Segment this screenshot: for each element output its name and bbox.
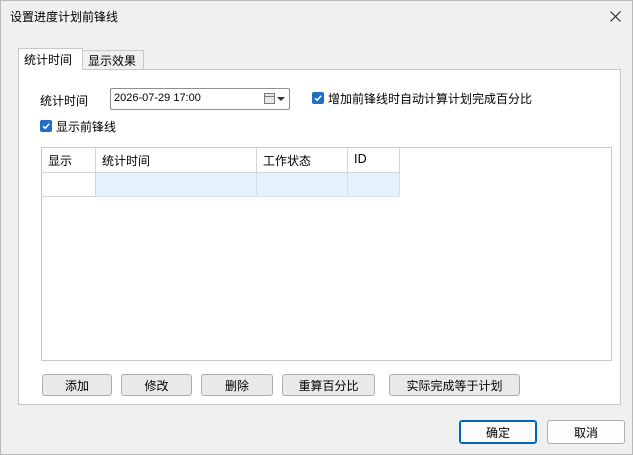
cell-work-status[interactable] <box>257 173 348 197</box>
frontline-grid[interactable]: 显示 统计时间 工作状态 ID <box>41 147 612 361</box>
auto-calc-checkbox[interactable] <box>312 92 324 104</box>
add-button[interactable]: 添加 <box>42 374 112 396</box>
edit-button[interactable]: 修改 <box>121 374 192 396</box>
cell-stat-time[interactable] <box>96 173 257 197</box>
stat-time-picker[interactable]: 2026-07-29 17:00 <box>110 88 290 110</box>
grid-header: 显示 统计时间 工作状态 ID <box>42 148 400 173</box>
auto-calc-label[interactable]: 增加前锋线时自动计算计划完成百分比 <box>328 90 532 107</box>
column-header-id[interactable]: ID <box>348 148 400 173</box>
cell-id[interactable] <box>348 173 400 197</box>
table-row[interactable] <box>42 173 400 197</box>
stat-time-value[interactable]: 2026-07-29 17:00 <box>114 92 201 104</box>
column-header-work-status[interactable]: 工作状态 <box>257 148 348 173</box>
show-line-checkbox[interactable] <box>40 120 52 132</box>
title-bar[interactable]: 设置进度计划前锋线 <box>1 1 632 31</box>
actual-equals-plan-button[interactable]: 实际完成等于计划 <box>389 374 520 396</box>
tab-panel-stat-time: 统计时间 2026-07-29 17:00 增加前锋线时自动计算计划完成百分比 … <box>18 69 621 405</box>
close-button[interactable] <box>598 1 632 31</box>
column-header-show[interactable]: 显示 <box>42 148 96 173</box>
window-title: 设置进度计划前锋线 <box>10 10 119 24</box>
tab-display-effect[interactable]: 显示效果 <box>83 50 144 69</box>
checkmark-icon <box>314 95 322 102</box>
close-icon <box>609 10 621 22</box>
dialog-window: 设置进度计划前锋线 统计时间 显示效果 统计时间 2026-07-29 17:0… <box>0 0 633 455</box>
column-header-stat-time[interactable]: 统计时间 <box>96 148 257 173</box>
cell-show[interactable] <box>42 173 96 197</box>
delete-button[interactable]: 删除 <box>201 374 273 396</box>
recalc-percent-button[interactable]: 重算百分比 <box>282 374 375 396</box>
chevron-down-icon[interactable] <box>277 97 285 101</box>
ok-button[interactable]: 确定 <box>459 420 537 444</box>
calendar-icon[interactable] <box>264 93 275 104</box>
tab-stat-time[interactable]: 统计时间 <box>18 48 83 70</box>
show-line-label[interactable]: 显示前锋线 <box>56 118 116 135</box>
stat-time-label: 统计时间 <box>40 94 89 108</box>
cancel-button[interactable]: 取消 <box>547 420 625 444</box>
checkmark-icon <box>42 123 50 130</box>
